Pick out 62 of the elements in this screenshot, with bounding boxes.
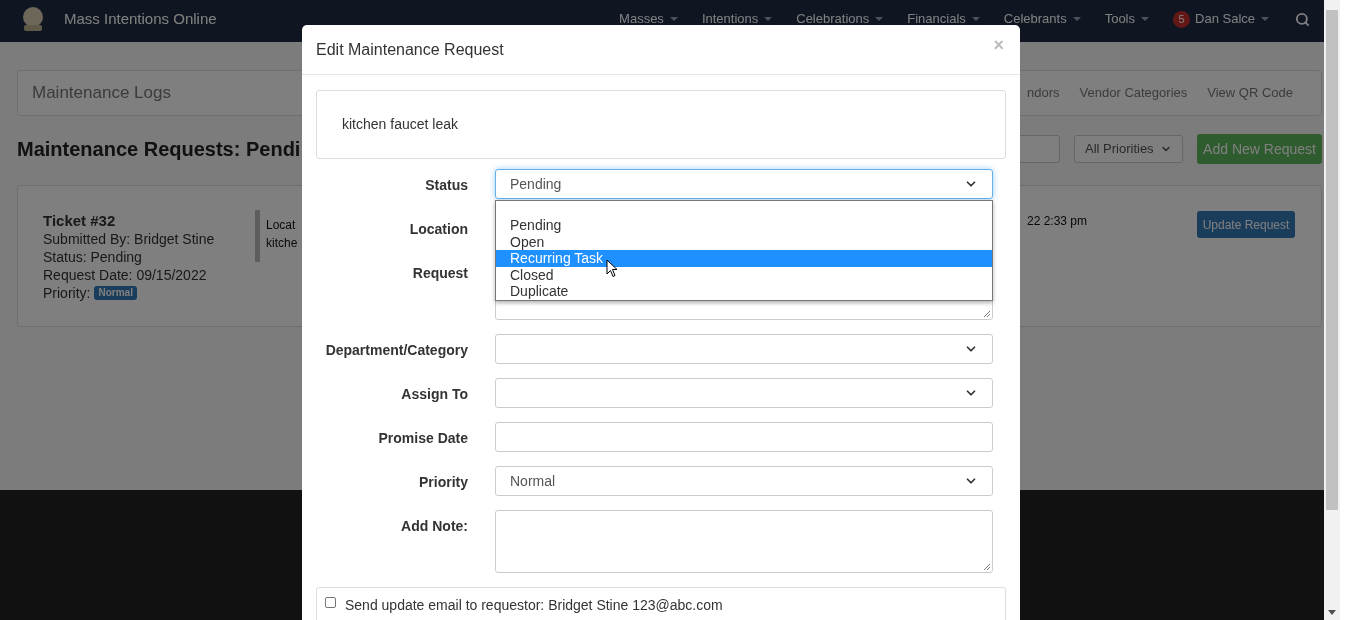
status-option[interactable]: Pending	[496, 217, 992, 234]
nav-menu[interactable]: Financials	[907, 9, 980, 29]
field-label: Status	[424, 176, 468, 195]
nav-link[interactable]: Vendor Categories	[1079, 83, 1188, 103]
status-option[interactable]: Duplicate	[496, 283, 992, 300]
page-heading: Maintenance Requests: Pendi	[17, 137, 301, 162]
search-icon[interactable]	[1295, 11, 1310, 27]
panel-title: Maintenance Logs	[32, 82, 171, 105]
description-box: kitchen faucet leak	[316, 90, 1006, 159]
priority-badge: Normal	[94, 286, 137, 300]
checkbox-label: Send update email to requestor: Bridget Stine 123@abc.com	[345, 596, 723, 615]
caret-icon	[1072, 17, 1081, 21]
field-label: Add Note:	[400, 517, 468, 536]
status-option[interactable]: Open	[496, 233, 992, 250]
nav-link[interactable]: ndors	[1027, 83, 1060, 103]
caret-icon	[1141, 17, 1149, 21]
ticket-detail: Status: Pending	[43, 248, 143, 266]
notification-badge: 5	[1173, 10, 1190, 28]
scrollbar-thumb[interactable]	[1326, 10, 1338, 510]
location-text: kitche	[266, 235, 299, 252]
scroll-down-icon[interactable]	[1328, 610, 1336, 616]
ticket-detail: Request Date: 09/15/2022	[43, 266, 208, 284]
select-field[interactable]: Pending	[495, 169, 993, 199]
status-option[interactable]: Closed	[496, 266, 992, 283]
select-field[interactable]	[495, 334, 993, 364]
resize-handle-icon	[982, 562, 991, 571]
brand-name[interactable]: Mass Intentions Online	[64, 7, 217, 31]
scrollbar[interactable]	[1324, 0, 1340, 620]
field-label: Promise Date	[377, 429, 468, 448]
field-label: Assign To	[400, 385, 468, 404]
email-checkbox[interactable]	[325, 597, 336, 608]
ticket-title: Ticket #32	[43, 212, 117, 230]
status-option[interactable]: Recurring Task	[496, 250, 992, 267]
select-field[interactable]: Normal	[495, 466, 993, 496]
update-request-button[interactable]: Update Request	[1197, 211, 1295, 238]
nav-menu[interactable]: Masses	[619, 9, 678, 29]
nav-menu[interactable]: Tools	[1104, 9, 1149, 29]
caret-icon	[764, 17, 773, 21]
priority-label: Priority:	[43, 284, 91, 302]
priority-filter[interactable]: All Priorities	[1074, 135, 1183, 163]
caret-icon	[1261, 17, 1269, 21]
nav-link[interactable]: View QR Code	[1207, 83, 1293, 103]
caret-icon	[669, 17, 678, 21]
text-area[interactable]	[495, 510, 993, 573]
input-field[interactable]	[495, 422, 993, 452]
caret-icon	[971, 17, 980, 21]
nav-menu[interactable]: Celebrants	[1003, 9, 1081, 29]
field-label: Location	[408, 220, 468, 239]
location-text: Locat	[266, 217, 297, 234]
field-label: Department/Category	[324, 341, 468, 360]
field-label: Request	[411, 264, 468, 283]
ticket-detail: Submitted By: Bridget Stine	[43, 230, 216, 248]
nav-menu[interactable]: Celebrations	[796, 9, 884, 29]
nav-menu[interactable]: Intentions	[701, 9, 773, 29]
cursor-icon	[606, 259, 618, 278]
request-time: 22 2:33 pm	[1026, 213, 1087, 230]
field-label: Priority	[418, 473, 468, 492]
modal-title: Edit Maintenance Request	[316, 39, 504, 60]
user-menu[interactable]: Dan Salce	[1195, 9, 1269, 29]
select-field[interactable]	[495, 378, 993, 408]
resize-handle-icon	[982, 309, 991, 318]
caret-icon	[875, 17, 884, 21]
